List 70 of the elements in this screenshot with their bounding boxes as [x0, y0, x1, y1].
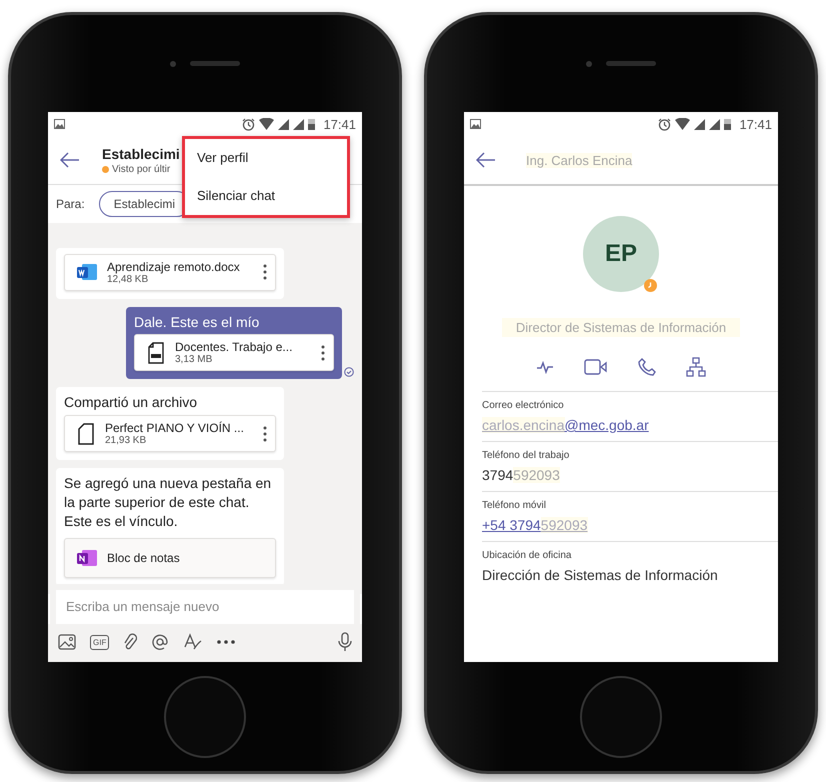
more-options-icon[interactable]	[263, 264, 267, 280]
camera-dot	[170, 60, 176, 66]
video-call-icon[interactable]	[584, 359, 608, 375]
signal-icon	[709, 118, 720, 130]
file-size: 3,13 MB	[175, 354, 214, 366]
field-label: Teléfono del trabajo	[482, 450, 570, 461]
image-icon[interactable]	[58, 634, 76, 650]
org-chart-icon[interactable]	[686, 357, 706, 377]
file-size: 12,48 KB	[107, 274, 150, 285]
file-card[interactable]: Docentes. Trabajo e... 3,13 MB	[134, 334, 334, 372]
avatar: EP	[583, 216, 659, 292]
battery-icon	[724, 118, 732, 130]
onenote-icon	[77, 549, 97, 567]
back-arrow-icon[interactable]	[60, 152, 80, 168]
format-text-icon[interactable]	[183, 633, 204, 651]
tab-link-card[interactable]: Bloc de notas	[64, 538, 276, 578]
paperclip-icon[interactable]	[123, 633, 138, 651]
menu-item[interactable]: Ver perfil	[185, 139, 347, 177]
gif-button[interactable]: GIF	[90, 634, 110, 650]
status-time: 17:41	[323, 116, 356, 132]
activity-icon[interactable]	[536, 360, 554, 374]
camera-dot	[586, 60, 592, 66]
away-status-dot	[102, 166, 109, 172]
pdf-file-icon	[147, 342, 165, 364]
signal-icon	[694, 118, 706, 130]
earpiece	[606, 61, 656, 66]
field-label: Ubicación de oficina	[482, 550, 572, 561]
field-label: Teléfono móvil	[482, 500, 547, 511]
signal-icon	[278, 118, 290, 130]
image-icon	[470, 119, 481, 129]
signal-icon	[293, 118, 304, 130]
away-status-icon	[644, 279, 657, 292]
file-card[interactable]: Perfect PIANO Y VIOÍN ... 21,93 KB	[64, 415, 276, 452]
image-icon	[54, 119, 65, 129]
contact-link[interactable]: @mec.gob.ar	[564, 417, 649, 433]
wifi-icon	[259, 118, 274, 130]
field-label: Correo electrónico	[482, 400, 565, 411]
earpiece	[190, 61, 240, 66]
field-value: 3794	[482, 467, 514, 483]
link-name: Bloc de notas	[107, 551, 180, 565]
file-icon	[77, 422, 95, 445]
to-label: Para:	[56, 197, 85, 211]
last-seen-text: Visto por últir	[112, 164, 170, 174]
file-name: Aprendizaje remoto.docx	[107, 260, 241, 274]
word-icon	[77, 263, 97, 282]
wifi-icon	[675, 118, 690, 130]
file-size: 21,93 KB	[105, 435, 148, 446]
more-options-icon[interactable]	[263, 426, 267, 442]
message-text: Dale. Este es el mío	[134, 312, 260, 332]
chat-title: Establecimi	[102, 146, 180, 162]
alarm-icon	[242, 118, 256, 130]
file-name: Docentes. Trabajo e...	[175, 340, 294, 354]
file-card[interactable]: Aprendizaje remoto.docx 12,48 KB	[64, 254, 276, 291]
message-text: Se agregó una nueva pestaña en la parte superior de este chat. Este es el vínculo.	[64, 474, 272, 531]
battery-icon	[308, 118, 316, 130]
phone-call-icon[interactable]	[638, 358, 656, 376]
field-value: 592093	[513, 467, 560, 483]
contact-link[interactable]: +54 3794	[482, 517, 541, 533]
status-time: 17:41	[739, 116, 772, 132]
microphone-icon[interactable]	[338, 632, 352, 652]
job-title: Director de Sistemas de Información	[502, 318, 740, 337]
message-text: Compartió un archivo	[64, 393, 198, 412]
profile-name: Ing. Carlos Encina	[526, 152, 632, 168]
mention-icon[interactable]	[151, 633, 170, 651]
more-icon[interactable]	[217, 640, 236, 644]
back-arrow-icon[interactable]	[476, 152, 496, 168]
more-options-icon[interactable]	[321, 344, 325, 361]
field-value: Dirección de Sistemas de Información	[482, 567, 718, 583]
alarm-icon	[658, 118, 672, 130]
file-name: Perfect PIANO Y VIOÍN ...	[105, 421, 245, 436]
